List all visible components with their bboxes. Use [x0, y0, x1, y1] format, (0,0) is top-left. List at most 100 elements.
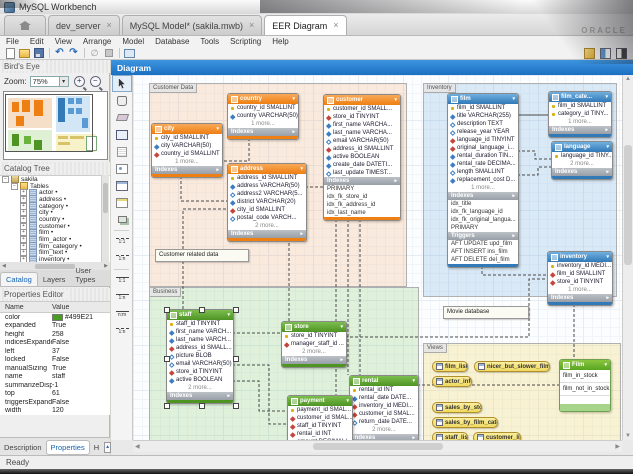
indexes-section-bar[interactable]: Indexes▸: [167, 392, 233, 400]
more-columns-label[interactable]: 1 more...: [228, 120, 298, 128]
tree-item-category[interactable]: +category •: [0, 203, 110, 210]
collapse-arrow-icon[interactable]: ▾: [346, 399, 349, 404]
er-table-rental[interactable]: rental▾rental_id INTrental_date DATE...i…: [349, 375, 419, 440]
expand-arrow-icon[interactable]: ▸: [227, 392, 230, 400]
badge-icon[interactable]: [102, 48, 115, 59]
er-view-nicer-but-slower-film-list[interactable]: nicer_but_slower_film_list: [474, 361, 550, 372]
more-columns-label[interactable]: 1 more...: [448, 184, 518, 192]
er-table-film_category[interactable]: film_cate...▾film_id SMALLINTcategory_id…: [548, 91, 612, 138]
er-table-address[interactable]: address▾address_id SMALLINTaddress VARCH…: [227, 163, 307, 242]
close-icon[interactable]: ×: [107, 21, 112, 30]
selection-handle[interactable]: [233, 403, 239, 409]
menu-database[interactable]: Database: [155, 37, 189, 46]
more-columns-label[interactable]: 2 more...: [167, 384, 233, 392]
indexes-section-bar[interactable]: Indexes▸: [448, 192, 518, 200]
collapse-icon[interactable]: −: [2, 176, 9, 183]
expand-arrow-icon[interactable]: ▸: [300, 230, 303, 238]
tab-home[interactable]: [4, 15, 46, 35]
er-table-city[interactable]: city▾city_id SMALLINTcity VARCHAR(50)cou…: [151, 123, 223, 178]
table-header[interactable]: inventory▾: [548, 252, 612, 262]
rel-n-m-identifying-tool[interactable]: n:m: [112, 306, 132, 323]
more-columns-label[interactable]: 2 more...: [228, 222, 306, 230]
eraser-tool[interactable]: [112, 109, 132, 126]
zoom-select[interactable]: 75%: [30, 76, 60, 87]
er-view-film-list[interactable]: film_list: [432, 361, 468, 372]
expand-arrow-icon[interactable]: ▸: [340, 356, 343, 364]
property-row-triggersexpanded[interactable]: triggersExpandedFalse: [0, 398, 110, 407]
tab-mysql-model-sakila-mwb[interactable]: MySQL Model* (sakila.mwb)×: [122, 15, 262, 35]
er-table-language[interactable]: language▾language_id TINY...2 more...Ind…: [551, 141, 613, 180]
er-table-country[interactable]: country▾country_id SMALLINTcountry VARCH…: [227, 93, 299, 140]
menu-tools[interactable]: Tools: [200, 37, 219, 46]
bottom-tab-h[interactable]: H: [90, 441, 103, 454]
er-view-sales-by-film-category[interactable]: sales_by_film_category: [432, 417, 498, 428]
menu-arrange[interactable]: Arrange: [83, 37, 111, 46]
property-row-indicesexpanded[interactable]: indicesExpandedFalse: [0, 339, 110, 348]
selection-handle[interactable]: [233, 356, 239, 362]
new-document-icon[interactable]: [4, 48, 17, 59]
toggle-right-panel-icon[interactable]: [615, 48, 628, 59]
triggers-section-bar[interactable]: Triggers▸: [448, 232, 518, 240]
title-bar[interactable]: MySQL Workbench: [0, 0, 633, 15]
canvas-vscrollbar[interactable]: ▲ ▼: [622, 75, 633, 440]
scroll-left-icon[interactable]: ◀: [2, 263, 6, 269]
collapse-arrow-icon[interactable]: ▾: [300, 167, 303, 172]
er-table-staff[interactable]: staff▾staff_id TINYINTfirst_name VARCH..…: [166, 309, 234, 404]
redo-icon[interactable]: ↷: [67, 48, 80, 59]
property-row-left[interactable]: left37: [0, 347, 110, 356]
collapse-arrow-icon[interactable]: ▾: [216, 127, 219, 132]
menu-edit[interactable]: Edit: [30, 37, 44, 46]
more-columns-label[interactable]: 2 more...: [282, 348, 346, 356]
expand-arrow-icon[interactable]: ▸: [605, 126, 608, 134]
indexes-section-bar[interactable]: Indexes▸: [552, 168, 612, 176]
table-header[interactable]: customer▾: [324, 95, 400, 105]
collapse-arrow-icon[interactable]: ▾: [412, 379, 415, 384]
er-view-customer-list[interactable]: customer_list: [473, 432, 521, 440]
er-table-payment[interactable]: payment▾payment_id SMAL...customer_id SM…: [287, 395, 353, 440]
diagram-canvas[interactable]: Customer DataInventoryBusinessViewsCusto…: [133, 75, 622, 440]
tab-dev-server[interactable]: dev_server×: [48, 15, 120, 35]
hand-tool[interactable]: [112, 92, 132, 109]
cancel-icon[interactable]: ∅: [88, 48, 101, 59]
minimap-viewport[interactable]: [5, 94, 93, 152]
table-header[interactable]: city▾: [152, 124, 222, 134]
save-icon[interactable]: [32, 48, 45, 59]
sidebar-tab-layers[interactable]: Layers: [38, 273, 71, 286]
routine-group-header[interactable]: Film▾: [560, 360, 610, 370]
close-icon[interactable]: ×: [249, 21, 254, 30]
table-tool[interactable]: [112, 177, 132, 194]
indexes-section-bar[interactable]: Indexes▸: [228, 230, 306, 238]
toggle-left-panel-icon[interactable]: [599, 48, 612, 59]
selection-handle[interactable]: [164, 356, 170, 362]
collapse-arrow-icon[interactable]: ▾: [605, 95, 608, 100]
open-folder-icon[interactable]: [18, 48, 31, 59]
table-header[interactable]: film_cate...▾: [549, 92, 611, 102]
table-header[interactable]: rental▾: [350, 376, 418, 386]
collapse-arrow-icon[interactable]: ▾: [227, 313, 230, 318]
er-view-actor-info[interactable]: actor_info: [432, 376, 472, 387]
close-icon[interactable]: ×: [333, 21, 338, 30]
indexes-section-bar[interactable]: Indexes▸: [228, 128, 298, 136]
property-row-summarizedisplay[interactable]: summarizeDisplay-1: [0, 381, 110, 390]
collapse-arrow-icon[interactable]: ▾: [340, 325, 343, 330]
er-table-film[interactable]: film▾film_id SMALLINTtitle VARCHAR(255)d…: [447, 93, 519, 268]
indexes-section-bar[interactable]: Indexes▸: [549, 126, 611, 134]
canvas-hscrollbar[interactable]: ◀ ▶: [133, 440, 622, 452]
collapse-arrow-icon[interactable]: ▾: [604, 363, 607, 368]
indexes-section-bar[interactable]: Indexes▸: [324, 177, 400, 185]
selection-handle[interactable]: [164, 403, 170, 409]
collapse-arrow-icon[interactable]: ▾: [606, 255, 609, 260]
property-row-top[interactable]: top61: [0, 390, 110, 399]
collapse-arrow-icon[interactable]: ▾: [606, 145, 609, 150]
property-row-width[interactable]: width120: [0, 407, 110, 416]
expand-arrow-icon[interactable]: ▸: [606, 294, 609, 302]
rel-1-1-nonidentifying-tool[interactable]: 1:1: [112, 233, 132, 250]
rel-1-n-nonidentifying-tool[interactable]: 1:n: [112, 250, 132, 267]
property-row-locked[interactable]: lockedFalse: [0, 356, 110, 365]
image-tool[interactable]: [112, 160, 132, 177]
selection-handle[interactable]: [199, 403, 205, 409]
rel-1-1-identifying-tool[interactable]: 1:1: [112, 272, 132, 289]
collapse-arrow-icon[interactable]: ▾: [394, 98, 397, 103]
tree-item-customer[interactable]: +customer •: [0, 223, 110, 230]
pencil-icon[interactable]: [583, 48, 596, 59]
